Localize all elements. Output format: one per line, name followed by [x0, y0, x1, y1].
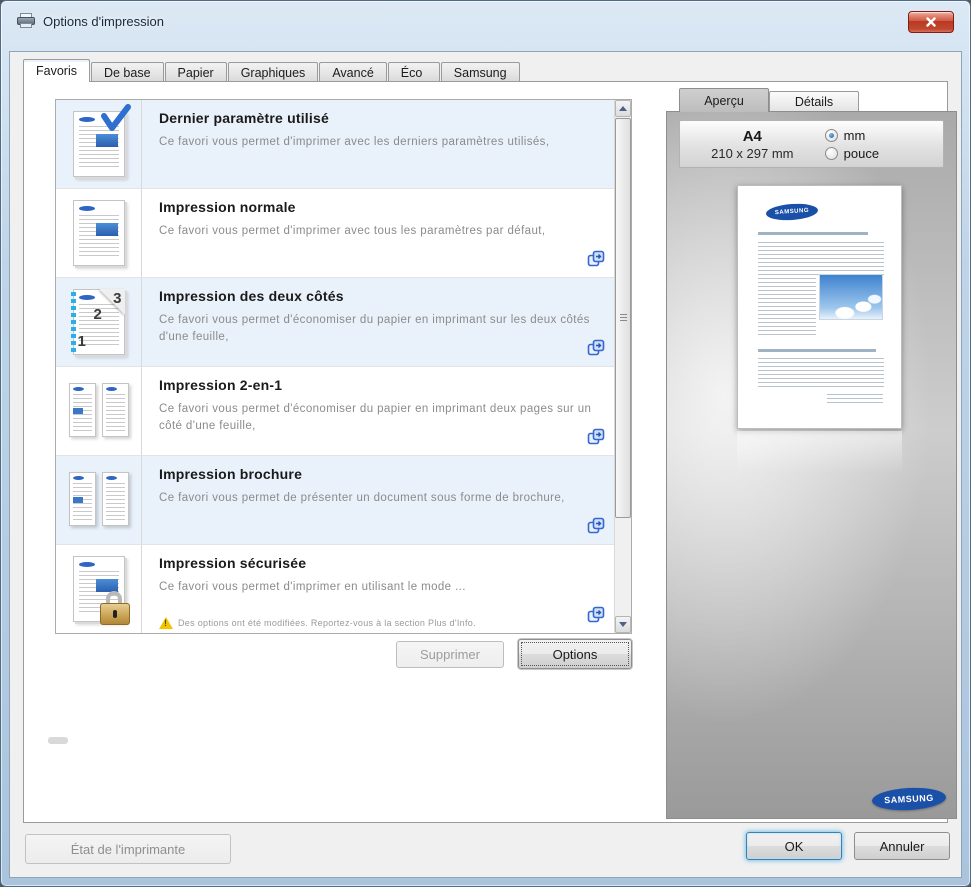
tab-avance[interactable]: Avancé: [319, 62, 386, 82]
options-button[interactable]: Options: [518, 639, 632, 669]
radio-mm[interactable]: mm: [825, 128, 879, 143]
grip-icon: [620, 314, 627, 321]
tab-eco[interactable]: Éco: [388, 62, 440, 82]
thumbnail-normal-print: [56, 189, 142, 277]
list-item-2-en-1[interactable]: Impression 2-en-1 Ce favori vous permet …: [56, 367, 614, 456]
thumbnail-duplex: 3 2 1: [56, 278, 142, 366]
pages-switch-icon[interactable]: [587, 250, 605, 268]
list-item-securisee[interactable]: Impression sécurisée Ce favori vous perm…: [56, 545, 614, 633]
scroll-down-button[interactable]: [615, 616, 631, 633]
pages-switch-icon[interactable]: [587, 606, 605, 624]
preset-title: Impression normale: [159, 199, 598, 215]
preset-title: Impression 2-en-1: [159, 377, 598, 393]
preset-description: Ce favori vous permet d'imprimer en util…: [159, 579, 598, 596]
printer-status-button[interactable]: État de l'imprimante: [25, 834, 231, 864]
document-preview: SAMSUNG: [737, 185, 902, 429]
list-item-deux-cotes[interactable]: 3 2 1 Impression des deux côtés Ce favor…: [56, 278, 614, 367]
ok-button[interactable]: OK: [746, 832, 842, 860]
paper-size: 210 x 297 mm: [680, 146, 825, 161]
thumbnail-booklet: [56, 456, 142, 544]
pages-switch-icon[interactable]: [587, 339, 605, 357]
page-reflection: [737, 431, 902, 473]
window-title: Options d'impression: [43, 14, 164, 29]
favorites-tab-page: Dernier paramètre utilisé Ce favori vous…: [23, 81, 948, 823]
tab-apercu[interactable]: Aperçu: [679, 88, 769, 112]
main-tab-strip: Favoris De base Papier Graphiques Avancé…: [23, 59, 521, 82]
list-item-dernier-parametre[interactable]: Dernier paramètre utilisé Ce favori vous…: [56, 100, 614, 189]
stray-dash: [48, 737, 68, 744]
printer-icon: [17, 13, 35, 28]
check-icon: [98, 104, 132, 139]
arrow-up-icon: [619, 106, 627, 111]
delete-button[interactable]: Supprimer: [396, 641, 504, 668]
tab-de-base[interactable]: De base: [91, 62, 164, 82]
sky-photo: [819, 274, 883, 320]
preview-tab-strip: Aperçu Détails: [679, 88, 859, 112]
modified-options-warning: Des options ont été modifiées. Reportez-…: [159, 617, 476, 629]
print-options-dialog: Options d'impression Favoris De base Pap…: [0, 0, 971, 887]
radio-button-icon: [825, 129, 838, 142]
tab-favoris[interactable]: Favoris: [23, 59, 90, 82]
preview-panel: A4 210 x 297 mm mm pouce: [666, 111, 957, 819]
preset-title: Impression brochure: [159, 466, 598, 482]
scroll-up-button[interactable]: [615, 100, 631, 117]
preset-title: Dernier paramètre utilisé: [159, 110, 598, 126]
warning-triangle-icon: [159, 617, 173, 629]
tab-graphiques[interactable]: Graphiques: [228, 62, 319, 82]
arrow-down-icon: [619, 622, 627, 627]
list-scrollbar[interactable]: [614, 100, 631, 633]
radio-button-icon: [825, 147, 838, 160]
close-button[interactable]: [908, 11, 954, 33]
radio-pouce[interactable]: pouce: [825, 146, 879, 161]
preset-title: Impression des deux côtés: [159, 288, 598, 304]
preset-title: Impression sécurisée: [159, 555, 598, 571]
scrollbar-thumb[interactable]: [615, 118, 631, 518]
preset-description: Ce favori vous permet d'économiser du pa…: [159, 401, 598, 434]
pages-switch-icon[interactable]: [587, 428, 605, 446]
preset-description: Ce favori vous permet de présenter un do…: [159, 490, 598, 507]
tab-samsung[interactable]: Samsung: [441, 62, 520, 82]
unit-selector: mm pouce: [825, 128, 879, 161]
samsung-logo-icon: SAMSUNG: [871, 786, 946, 812]
tab-papier[interactable]: Papier: [165, 62, 227, 82]
preset-description: Ce favori vous permet d'économiser du pa…: [159, 312, 598, 345]
lock-icon: [100, 601, 130, 625]
cancel-button[interactable]: Annuler: [854, 832, 950, 860]
paper-info-bar: A4 210 x 297 mm mm pouce: [679, 120, 944, 168]
pages-switch-icon[interactable]: [587, 517, 605, 535]
thumbnail-secure: [56, 545, 142, 633]
tab-details[interactable]: Détails: [769, 91, 859, 112]
favorites-list: Dernier paramètre utilisé Ce favori vous…: [55, 99, 632, 634]
list-item-impression-normale[interactable]: Impression normale Ce favori vous permet…: [56, 189, 614, 278]
thumbnail-2up: [56, 367, 142, 455]
title-bar[interactable]: Options d'impression: [1, 1, 970, 51]
dialog-client-area: Favoris De base Papier Graphiques Avancé…: [9, 51, 962, 878]
list-item-brochure[interactable]: Impression brochure Ce favori vous perme…: [56, 456, 614, 545]
preset-description: Ce favori vous permet d'imprimer avec le…: [159, 134, 598, 151]
samsung-logo-icon: SAMSUNG: [766, 202, 819, 222]
paper-name: A4: [680, 128, 825, 146]
thumbnail-last-settings: [56, 100, 142, 188]
close-icon: [925, 17, 937, 27]
preset-description: Ce favori vous permet d'imprimer avec to…: [159, 223, 598, 240]
